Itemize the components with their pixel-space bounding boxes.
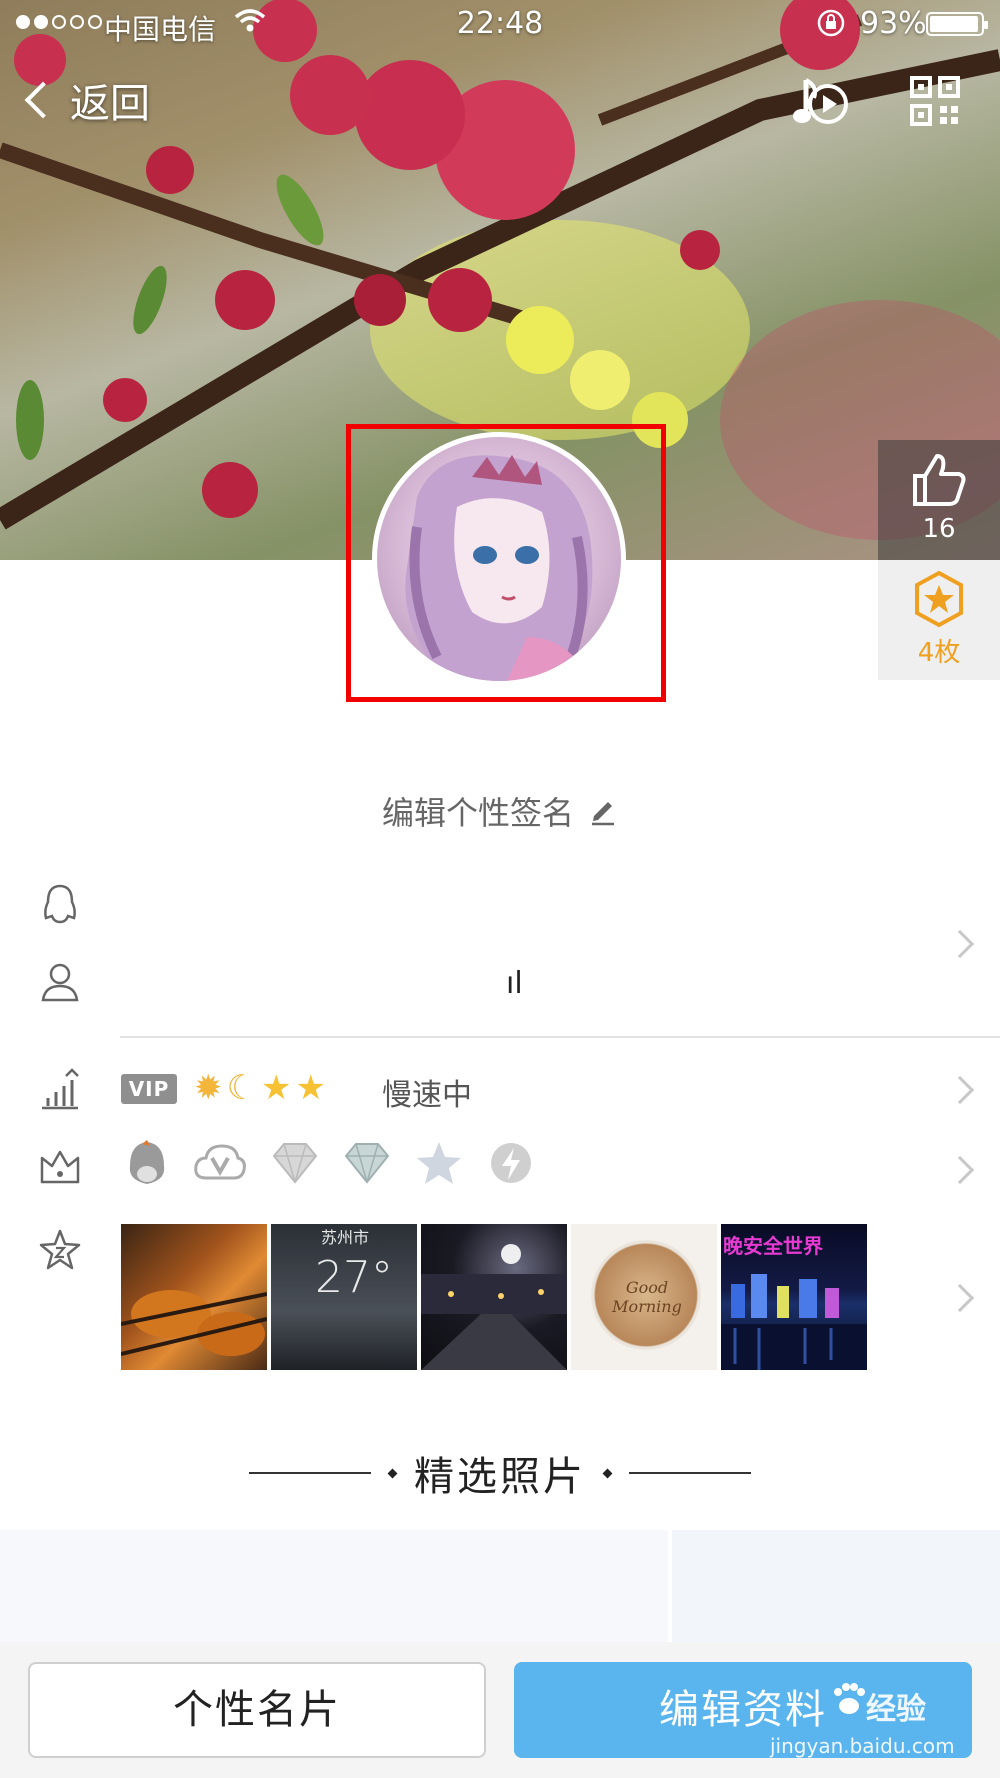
signature-label: 编辑个性签名	[381, 794, 574, 832]
crown-icon	[40, 1150, 80, 1184]
lightning-badge-icon	[491, 1143, 531, 1183]
battery-icon	[926, 12, 988, 36]
coin-count: 4枚	[917, 638, 961, 668]
music-button[interactable]	[792, 72, 852, 132]
chevron-right-icon[interactable]	[945, 1155, 975, 1185]
back-label: 返回	[70, 81, 150, 127]
qq-penguin-icon	[44, 884, 76, 924]
profile-card-button[interactable]: 个性名片	[28, 1662, 486, 1758]
privilege-badges[interactable]	[124, 1140, 536, 1186]
diamond-dot-icon	[387, 1468, 398, 1478]
watermark-brand: 经验	[866, 1692, 926, 1727]
avatar-illustration	[405, 455, 593, 681]
super-diamond-badge-icon	[344, 1143, 390, 1184]
photo-strip[interactable]: 苏州市 27° Good Morning 晚安全世界	[121, 1224, 867, 1370]
avatar[interactable]	[372, 432, 626, 686]
diamond-dot-icon	[602, 1468, 613, 1478]
growth-chart-icon	[42, 1068, 79, 1110]
baidu-jingyan-watermark: 经验 jingyan.baidu.com	[770, 1676, 1000, 1766]
pencil-icon	[592, 802, 614, 826]
watermark-url: jingyan.baidu.com	[770, 1734, 955, 1758]
night-street-image	[421, 1244, 567, 1370]
nickname-fragment: ıl	[506, 966, 523, 1001]
star-badge-icon	[915, 570, 963, 628]
diamond-badge-icon	[272, 1143, 318, 1184]
grilled-food-image	[121, 1290, 267, 1356]
photo-thumbnail[interactable]: Good Morning	[571, 1224, 717, 1370]
photo-thumbnail[interactable]	[421, 1224, 567, 1370]
chevron-left-icon	[24, 81, 62, 119]
like-count: 16	[922, 514, 956, 544]
battery-percent: 93%	[860, 6, 927, 41]
chevron-right-icon[interactable]	[945, 929, 975, 959]
edit-signature-button[interactable]: 编辑个性签名	[0, 788, 1000, 834]
star-badge-grey-icon	[417, 1142, 461, 1184]
chevron-right-icon[interactable]	[945, 1075, 975, 1105]
orientation-lock-icon	[816, 8, 846, 45]
like-counter[interactable]: 16	[878, 440, 1000, 560]
album-card[interactable]	[672, 1530, 1000, 1642]
user-profile-icon	[41, 963, 79, 1002]
music-play-icon	[793, 78, 848, 124]
photo-thumbnail[interactable]: 苏州市 27°	[271, 1224, 417, 1370]
qr-code-button[interactable]	[910, 76, 960, 126]
moon-level-icon: ☾	[226, 1068, 257, 1108]
paw-logo-icon	[830, 1682, 866, 1727]
featured-title: 精选照片	[414, 1454, 586, 1500]
photo-thumbnail[interactable]	[121, 1224, 267, 1370]
star-level-icon: ★	[260, 1068, 292, 1108]
featured-photos-header: 精选照片	[0, 1444, 1000, 1502]
coffee-text: Good Morning	[612, 1278, 682, 1316]
qr-code-icon	[910, 76, 960, 126]
thumbs-up-icon	[913, 454, 966, 506]
clock: 22:48	[456, 6, 544, 41]
divider	[120, 1036, 1000, 1038]
divider	[629, 1472, 751, 1474]
weather-city: 苏州市	[321, 1228, 370, 1247]
divider	[249, 1472, 371, 1474]
cloud-v-icon	[194, 1144, 246, 1180]
level-icons: ✹ ☾ ★ ★	[194, 1068, 326, 1108]
penguin-badge-icon	[129, 1140, 165, 1184]
vip-badge: VIP	[121, 1074, 177, 1104]
back-button[interactable]: 返回	[18, 70, 150, 130]
speed-status: 慢速中	[382, 1078, 472, 1113]
star-level-icon: ★	[295, 1068, 326, 1108]
sun-level-icon: ✹	[194, 1068, 223, 1108]
photo-thumbnail[interactable]: 晚安全世界	[721, 1224, 867, 1370]
star-count-icon	[39, 1229, 81, 1270]
weather-temp: 27°	[315, 1252, 393, 1303]
chevron-right-icon[interactable]	[945, 1283, 975, 1313]
album-card[interactable]	[0, 1530, 668, 1642]
coin-counter[interactable]: 4枚	[878, 560, 1000, 680]
night-caption: 晚安全世界	[723, 1234, 823, 1258]
status-bar: 中国电信 22:48 93%	[0, 0, 1000, 50]
